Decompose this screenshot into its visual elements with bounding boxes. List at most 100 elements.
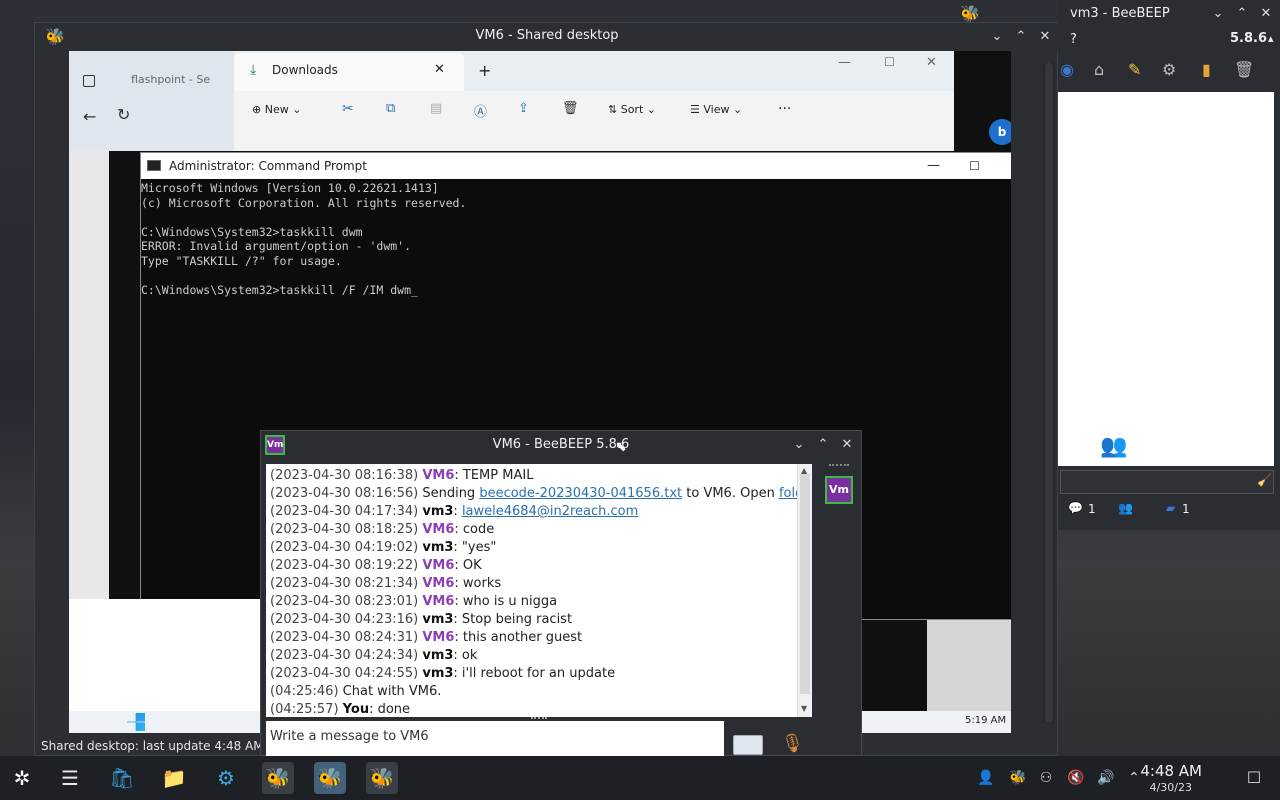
voice-message-icon[interactable]: 🎙	[781, 733, 804, 754]
message-text: : this another guest	[454, 630, 583, 645]
chat-message: (2023-04-30 04:24:34) vm3: ok	[270, 647, 797, 665]
paste-icon[interactable]: ▤	[430, 101, 442, 116]
maximize-button[interactable]: ⌃	[1011, 27, 1031, 47]
clock-date[interactable]: 4/30/23	[1122, 781, 1192, 794]
chat-maximize-button[interactable]: ⌃	[813, 435, 833, 455]
message-timestamp: (2023-04-30 04:19:02)	[270, 540, 423, 555]
chat-close-button[interactable]: ✕	[837, 435, 857, 455]
file-manager-icon[interactable]: 📁	[158, 762, 190, 794]
cmd-line: Microsoft Windows [Version 10.0.22621.14…	[141, 181, 439, 195]
beebeep-tray-icon[interactable]: 🐝	[1008, 768, 1028, 788]
vm3-chat-area[interactable]: 👥	[1058, 92, 1274, 466]
copy-icon[interactable]: ⧉	[386, 101, 395, 116]
close-button[interactable]: ✕	[1035, 27, 1055, 47]
chat-message: (2023-04-30 08:16:38) VM6: TEMP MAIL	[270, 467, 797, 485]
message-link[interactable]: lawele4684@in2reach.com	[462, 504, 638, 519]
shared-desktop-title: VM6 - Shared desktop	[35, 23, 1059, 51]
show-desktop-icon[interactable]: ☐	[1244, 768, 1264, 788]
beebeep-task-3[interactable]: 🐝	[366, 762, 398, 794]
message-text: :	[453, 504, 462, 519]
home-icon[interactable]: ⌂	[1094, 60, 1104, 79]
discover-store-icon[interactable]: 🛍	[106, 762, 138, 794]
delete-icon[interactable]: 🗑	[562, 101, 579, 116]
dl-maximize-icon[interactable]: ☐	[884, 55, 895, 69]
message-timestamp: (2023-04-30 04:24:34)	[270, 648, 423, 663]
cut-icon[interactable]: ✂	[342, 101, 354, 117]
chat-message: (2023-04-30 08:21:34) VM6: works	[270, 575, 797, 593]
downloads-toolbar: ⊕ New ⌄ ✂ ⧉ ▤ Ⓐ ⇪ 🗑 ⇅ Sort ⌄ ☰ View ⌄ ··…	[234, 95, 954, 129]
chat-bubble-icon: 💬	[1068, 501, 1083, 515]
refresh-icon[interactable]: ↻	[117, 105, 130, 124]
shared-scrollbar[interactable]	[1043, 63, 1055, 723]
message-timestamp: (04:25:46)	[270, 684, 343, 699]
bing-icon[interactable]: b	[989, 119, 1011, 145]
chat-message-log[interactable]: (2023-04-30 08:16:38) VM6: TEMP MAIL (202…	[266, 464, 797, 717]
message-link[interactable]: beecode-20230430-041656.txt	[479, 486, 682, 501]
beebeep-task-1[interactable]: 🐝	[262, 762, 294, 794]
vm3-close-button[interactable]: ✕	[1256, 4, 1276, 24]
trash-icon[interactable]: 🗑	[1234, 60, 1254, 79]
clock-time[interactable]: 4:48 AM	[1122, 762, 1202, 780]
minimize-button[interactable]: ⌄	[987, 27, 1007, 47]
network-tray-icon[interactable]: ⚇	[1036, 768, 1056, 788]
chat-message: (2023-04-30 04:19:02) vm3: "yes"	[270, 539, 797, 557]
chat-message-input[interactable]: Write a message to VM6	[266, 721, 724, 757]
message-text-after: to VM6. Open	[682, 486, 779, 501]
message-sender: VM6	[422, 594, 455, 609]
sort-label: Sort	[620, 103, 644, 116]
send-file-icon[interactable]	[733, 735, 763, 755]
broom-icon[interactable]: 🧹	[1257, 473, 1272, 487]
new-button[interactable]: ⊕ New ⌄	[252, 103, 301, 116]
browser-tab-label[interactable]: flashpoint - Se	[131, 73, 210, 86]
chat-minimize-button[interactable]: ⌄	[789, 435, 809, 455]
sort-button[interactable]: ⇅ Sort ⌄	[608, 103, 656, 116]
vm3-filter-input[interactable]: 🧹	[1060, 470, 1274, 494]
message-timestamp: (2023-04-30 04:17:34)	[270, 504, 423, 519]
beebeep-task-2[interactable]: 🐝	[314, 762, 346, 794]
open-folder-link[interactable]: folder	[779, 486, 797, 501]
cmd-maximize-icon[interactable]: ☐	[969, 153, 980, 179]
back-icon[interactable]: ←	[83, 107, 96, 126]
tools-icon[interactable]: ⚙	[1162, 60, 1176, 79]
downloads-tab-label: Downloads	[272, 63, 338, 77]
windows-start-icon[interactable]	[127, 713, 145, 731]
vm3-dropdown-icon[interactable]: ▴	[1268, 32, 1274, 45]
edit-icon[interactable]: ✎	[1128, 60, 1141, 79]
vm3-version: 5.8.6	[1230, 31, 1268, 46]
downloads-tab[interactable]: ⤓ Downloads ✕	[234, 53, 464, 91]
system-settings-icon[interactable]: ⚙	[210, 762, 242, 794]
new-tab-icon[interactable]: +	[478, 61, 491, 80]
view-button[interactable]: ☰ View ⌄	[690, 103, 742, 116]
application-launcher-icon[interactable]: ✲	[6, 762, 38, 794]
dl-close-icon[interactable]: ✕	[926, 55, 937, 70]
downloads-window: ⤓ Downloads ✕ + — ☐ ✕ ⊕ New ⌄ ✂ ⧉ ▤ Ⓐ ⇪ …	[234, 51, 954, 151]
remote-browser-window: flashpoint - Se ← ↻	[69, 51, 234, 151]
user-icon[interactable]: 👤	[976, 768, 996, 788]
message-text: : TEMP MAIL	[454, 468, 534, 483]
cmd-minimize-icon[interactable]: —	[927, 153, 940, 179]
tab-close-icon[interactable]: ✕	[434, 62, 445, 77]
rename-icon[interactable]: Ⓐ	[474, 101, 487, 120]
chat-window: Vm VM6 - BeeBEEP 5.8.6 ⌄ ⌃ ✕ ⬉ (2023-04-…	[260, 430, 862, 757]
cmd-icon	[147, 160, 161, 171]
chat-scrollbar[interactable]: ▲ ▼	[797, 464, 812, 717]
vm3-maximize-button[interactable]: ⌃	[1232, 4, 1252, 24]
dl-minimize-icon[interactable]: —	[838, 55, 851, 70]
cmd-line: ERROR: Invalid argument/option - 'dwm'.	[141, 239, 412, 254]
splitter-handle[interactable]	[531, 717, 547, 719]
help-menu[interactable]: ?	[1070, 32, 1077, 47]
volume-icon[interactable]: 🔊	[1096, 768, 1116, 788]
message-text: : works	[454, 576, 502, 591]
chat-message: (04:25:57) You: done	[270, 701, 797, 717]
settings-panel-icon[interactable]: ☰	[54, 762, 86, 794]
vm3-minimize-button[interactable]: ⌄	[1208, 4, 1228, 24]
network-icon[interactable]: ◉	[1060, 60, 1074, 79]
message-timestamp: (2023-04-30 08:19:22)	[270, 558, 423, 573]
more-icon[interactable]: ···	[778, 101, 791, 117]
mic-muted-icon[interactable]: 🔇	[1066, 768, 1086, 788]
message-timestamp: (2023-04-30 08:24:31)	[270, 630, 423, 645]
share-icon[interactable]: ⇪	[518, 101, 529, 116]
gift-icon[interactable]: ▮	[1202, 60, 1211, 79]
member-avatar-vm6[interactable]: Vm	[825, 476, 853, 504]
chat-title: VM6 - BeeBEEP 5.8.6	[492, 437, 630, 452]
